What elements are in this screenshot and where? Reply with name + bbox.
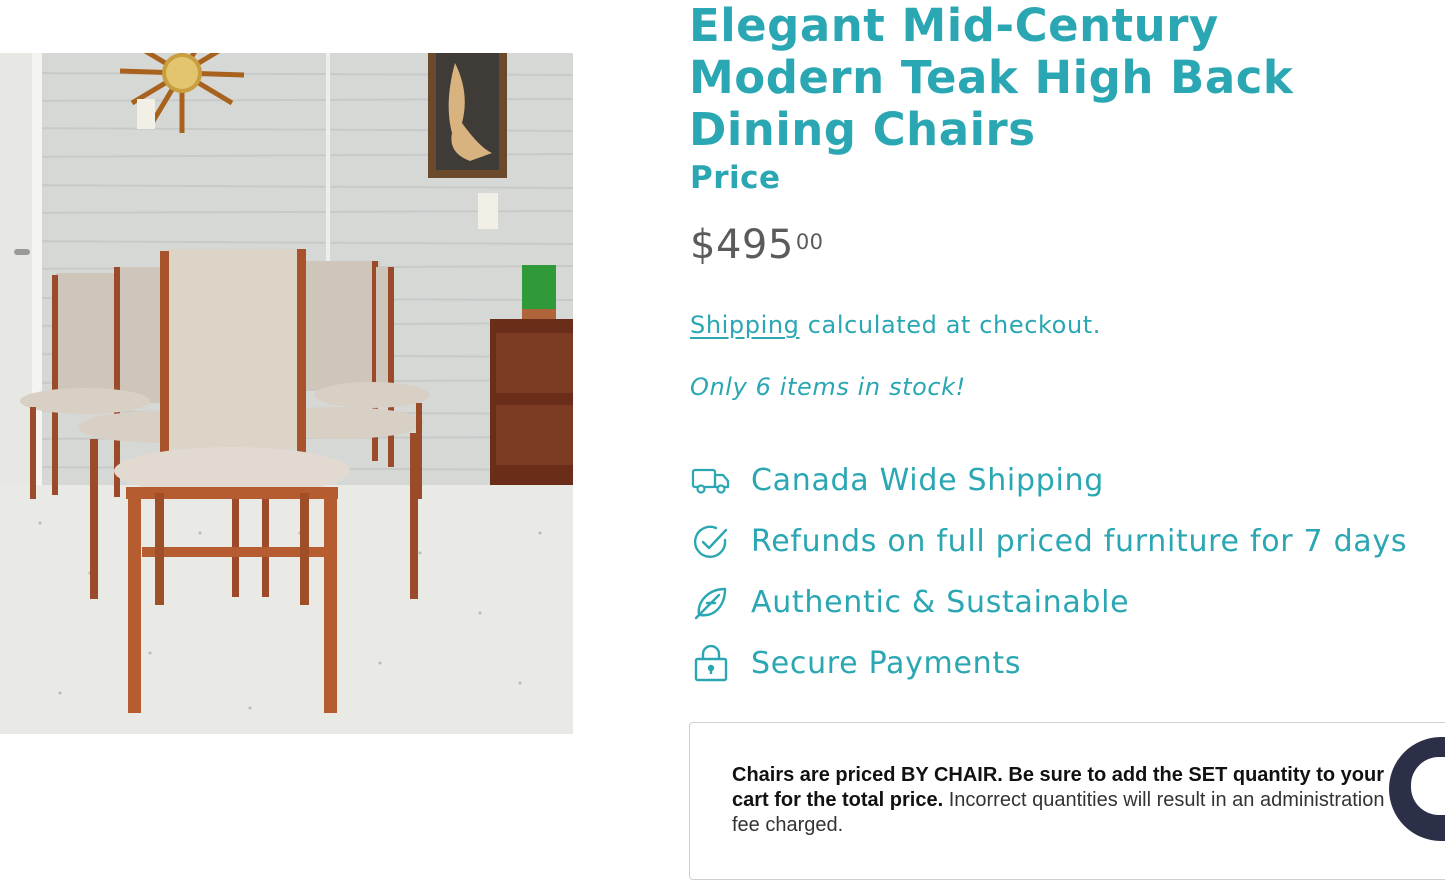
product-page: Elegant Mid-Century Modern Teak High Bac… — [0, 0, 1445, 889]
shipping-link[interactable]: Shipping — [690, 311, 800, 339]
feature-item-sustainable: Authentic & Sustainable — [690, 572, 1407, 633]
feature-label: Refunds on full priced furniture for 7 d… — [751, 524, 1408, 559]
quantity-notice-text: Chairs are priced BY CHAIR. Be sure to a… — [732, 763, 1392, 838]
truck-icon — [690, 460, 732, 502]
feature-item-secure: Secure Payments — [690, 633, 1407, 694]
shipping-note: Shipping calculated at checkout. — [690, 311, 1101, 339]
feature-item-refunds: Refunds on full priced furniture for 7 d… — [690, 511, 1407, 572]
check-circle-icon — [690, 521, 732, 563]
lock-icon — [690, 643, 732, 685]
price-label: Price — [690, 160, 781, 196]
product-title: Elegant Mid-Century Modern Teak High Bac… — [689, 0, 1294, 156]
quantity-notice-box: Chairs are priced BY CHAIR. Be sure to a… — [689, 722, 1445, 880]
feature-item-shipping: Canada Wide Shipping — [690, 450, 1407, 511]
feature-label: Authentic & Sustainable — [751, 585, 1130, 620]
leaf-icon — [690, 582, 732, 624]
product-price: $49500 — [690, 222, 824, 268]
currency-symbol: $ — [690, 222, 716, 268]
product-image[interactable] — [0, 53, 573, 734]
feature-label: Canada Wide Shipping — [751, 463, 1104, 498]
chat-bubble-icon — [1411, 757, 1445, 815]
feature-list: Canada Wide Shipping Refunds on full pri… — [690, 450, 1407, 694]
shipping-note-text: calculated at checkout. — [799, 311, 1102, 339]
stock-message: Only 6 items in stock! — [690, 373, 966, 401]
price-amount: 495 — [715, 222, 794, 268]
feature-label: Secure Payments — [751, 646, 1022, 681]
product-photo-illustration — [0, 53, 573, 734]
price-cents: 00 — [795, 230, 824, 254]
